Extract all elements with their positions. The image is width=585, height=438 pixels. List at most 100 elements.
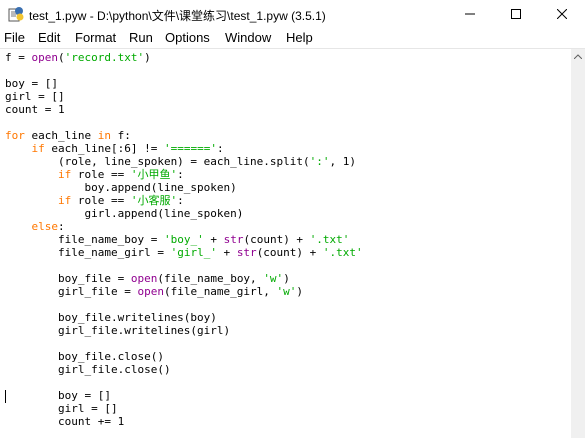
code-token: each_line[:6] != <box>44 142 164 155</box>
code-line: for each_line in f: <box>5 129 131 142</box>
code-token: girl_file = <box>5 285 138 298</box>
text-cursor <box>5 390 6 403</box>
code-token: : <box>177 194 184 207</box>
code-token: 'w' <box>263 272 284 285</box>
code-token: (count) + <box>256 246 323 259</box>
code-line: if each_line[:6] != '======': <box>5 142 224 155</box>
menu-window[interactable]: Window <box>225 30 271 45</box>
close-icon <box>557 9 567 19</box>
menu-help[interactable]: Help <box>286 30 313 45</box>
code-line: girl.append(line_spoken) <box>5 207 243 220</box>
code-line: file_name_girl = 'girl_' + str(count) + … <box>5 246 363 259</box>
code-token: girl = [] <box>5 402 118 415</box>
code-line: if role == '小客服': <box>5 194 184 207</box>
code-line: count = 1 <box>5 103 65 116</box>
code-token: if <box>57 194 72 207</box>
scroll-up-button[interactable] <box>571 49 585 63</box>
code-line: boy_file = open(file_name_boy, 'w') <box>5 272 290 285</box>
title-bar[interactable]: test_1.pyw - D:\python\文件\课堂练习\test_1.py… <box>0 0 585 28</box>
code-line: girl_file.writelines(girl) <box>5 324 230 337</box>
code-token: boy = [] <box>5 77 58 90</box>
code-token: f = <box>5 51 32 64</box>
code-token: boy_file = <box>5 272 131 285</box>
code-line: boy_file.writelines(boy) <box>5 311 217 324</box>
code-line: else: <box>5 220 65 233</box>
code-token: open <box>130 272 158 285</box>
code-token: girl_file.close() <box>5 363 171 376</box>
code-token: (role, line_spoken) = each_line.split( <box>5 155 310 168</box>
code-token: each_line <box>24 129 98 142</box>
code-token: count = 1 <box>5 103 65 116</box>
python-idle-icon <box>8 7 24 22</box>
code-token: : <box>216 142 224 155</box>
code-line: girl = [] <box>5 402 118 415</box>
code-token: ) <box>296 285 304 298</box>
code-token: str <box>223 233 244 246</box>
maximize-icon <box>511 9 521 19</box>
code-token: open <box>31 51 59 64</box>
menu-bar: File Edit Format Run Options Window Help <box>0 28 585 49</box>
scroll-up-arrow-icon <box>574 53 582 59</box>
code-token: (count) + <box>243 233 310 246</box>
code-token: '.txt' <box>309 233 350 246</box>
code-token: + <box>203 233 224 246</box>
code-token: else <box>31 220 59 233</box>
minimize-button[interactable] <box>447 0 493 28</box>
menu-edit[interactable]: Edit <box>38 30 60 45</box>
menu-options[interactable]: Options <box>165 30 210 45</box>
code-token: (file_name_boy, <box>157 272 264 285</box>
code-token: if <box>31 142 45 155</box>
code-line: count += 1 <box>5 415 124 428</box>
code-token: boy_file.writelines(boy) <box>5 311 217 324</box>
code-token: girl.append(line_spoken) <box>5 207 244 220</box>
code-token: role == <box>71 194 131 207</box>
code-line: boy = [] <box>5 77 58 90</box>
code-token: girl = [] <box>5 90 65 103</box>
code-token: file_name_girl = <box>5 246 171 259</box>
menu-file[interactable]: File <box>4 30 25 45</box>
code-line: girl = [] <box>5 90 65 103</box>
maximize-button[interactable] <box>493 0 539 28</box>
code-line: girl_file.close() <box>5 363 171 376</box>
window-title: test_1.pyw - D:\python\文件\课堂练习\test_1.py… <box>29 9 326 23</box>
code-token: ) <box>144 51 151 64</box>
code-token: file_name_boy = <box>5 233 164 246</box>
code-token: open <box>137 285 164 298</box>
close-button[interactable] <box>539 0 585 28</box>
code-line: f = open('record.txt') <box>5 51 151 64</box>
code-token: '.txt' <box>322 246 363 259</box>
code-line: (role, line_spoken) = each_line.split(':… <box>5 155 356 168</box>
code-token: 'girl_' <box>170 246 217 259</box>
code-token: (file_name_girl, <box>163 285 277 298</box>
code-line: boy = [] <box>5 389 111 402</box>
code-token: if <box>57 168 72 181</box>
menu-format[interactable]: Format <box>75 30 116 45</box>
code-token: ( <box>58 51 65 64</box>
menu-run[interactable]: Run <box>129 30 153 45</box>
code-token: : <box>58 220 65 233</box>
code-token: boy.append(line_spoken) <box>5 181 237 194</box>
vertical-scrollbar[interactable] <box>571 49 585 438</box>
code-token: '======' <box>163 142 217 155</box>
code-token: ':' <box>309 155 330 168</box>
code-token: + <box>216 246 237 259</box>
code-line: boy.append(line_spoken) <box>5 181 237 194</box>
code-token: '小甲鱼' <box>130 168 178 181</box>
code-token: '小客服' <box>130 194 178 207</box>
code-token: 'record.txt' <box>64 51 145 64</box>
code-token: f: <box>110 129 131 142</box>
code-token: girl_file.writelines(girl) <box>5 324 231 337</box>
code-line: file_name_boy = 'boy_' + str(count) + '.… <box>5 233 349 246</box>
code-editor[interactable]: f = open('record.txt') boy = [] girl = [] c… <box>0 49 571 438</box>
code-token: role == <box>71 168 131 181</box>
code-token: 'boy_' <box>163 233 204 246</box>
minimize-icon <box>465 13 475 15</box>
code-token: boy = [] <box>5 389 111 402</box>
code-line: if role == '小甲鱼': <box>5 168 184 181</box>
code-token: boy_file.close() <box>5 350 164 363</box>
code-token: for <box>5 129 25 142</box>
